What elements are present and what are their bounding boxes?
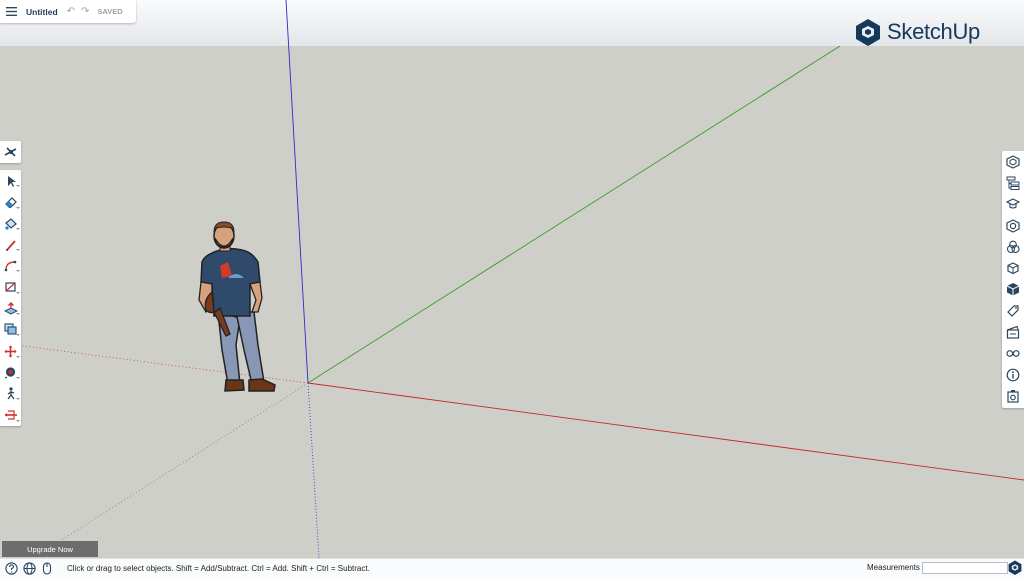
- save-status: SAVED: [97, 7, 123, 16]
- entity-info-icon[interactable]: [1002, 151, 1023, 172]
- walk-tool-icon[interactable]: [0, 383, 21, 404]
- components-icon[interactable]: [1002, 215, 1023, 236]
- menu-icon[interactable]: [0, 0, 22, 23]
- blue-axis-positive: [285, 0, 309, 384]
- status-bar: Click or drag to select objects. Shift =…: [0, 558, 1024, 577]
- offset-tool-icon[interactable]: [0, 319, 21, 340]
- scenes-toolbar: [0, 141, 21, 163]
- green-axis-negative: [59, 382, 309, 542]
- select-tool-icon[interactable]: [0, 170, 21, 191]
- undo-icon[interactable]: ↶: [67, 6, 75, 17]
- model-viewport[interactable]: [0, 0, 1024, 576]
- model-title[interactable]: Untitled: [26, 7, 58, 17]
- rectangle-tool-icon[interactable]: [0, 276, 21, 297]
- paint-bucket-tool-icon[interactable]: [0, 213, 21, 234]
- scale-figure[interactable]: [198, 221, 276, 392]
- materials-icon[interactable]: [1002, 236, 1023, 257]
- sketchup-logo: SketchUp: [855, 18, 980, 46]
- tape-measure-tool-icon[interactable]: [0, 362, 21, 383]
- arc-tool-icon[interactable]: [0, 255, 21, 276]
- panel-bar: [1002, 151, 1024, 408]
- measurements-label: Measurements: [867, 563, 920, 572]
- scenes-icon[interactable]: [0, 141, 21, 162]
- red-axis-positive: [307, 382, 1024, 481]
- solid-tools-icon[interactable]: [1002, 279, 1023, 300]
- model-info-icon[interactable]: [1002, 364, 1023, 385]
- move-tool-icon[interactable]: [0, 340, 21, 361]
- scenes-panel-icon[interactable]: [1002, 321, 1023, 342]
- line-tool-icon[interactable]: [0, 234, 21, 255]
- display-icon[interactable]: [1002, 343, 1023, 364]
- section-plane-tool-icon[interactable]: [0, 404, 21, 425]
- globe-icon[interactable]: [22, 561, 36, 575]
- file-bar: Untitled ↶ ↷ SAVED: [0, 0, 136, 23]
- brand-name: SketchUp: [887, 19, 980, 44]
- redo-icon[interactable]: ↷: [81, 6, 89, 17]
- eraser-tool-icon[interactable]: [0, 191, 21, 212]
- export-icon[interactable]: [1002, 385, 1023, 406]
- measurements-input[interactable]: [922, 562, 1008, 574]
- tags-icon[interactable]: [1002, 300, 1023, 321]
- blue-axis-negative: [307, 382, 320, 559]
- tool-palette: [0, 170, 21, 426]
- help-icon[interactable]: [4, 561, 18, 575]
- instructor-icon[interactable]: [1002, 194, 1023, 215]
- hamburger-icon: [5, 7, 17, 16]
- mouse-icon[interactable]: [40, 561, 54, 575]
- status-hint: Click or drag to select objects. Shift =…: [67, 563, 370, 573]
- styles-icon[interactable]: [1002, 257, 1023, 278]
- sketchup-mini-icon[interactable]: [1008, 560, 1022, 577]
- push-pull-tool-icon[interactable]: [0, 298, 21, 319]
- sketchup-logo-icon: [856, 19, 880, 46]
- outliner-icon[interactable]: [1002, 172, 1023, 193]
- upgrade-button[interactable]: Upgrade Now: [2, 541, 98, 557]
- green-axis-positive: [307, 45, 841, 384]
